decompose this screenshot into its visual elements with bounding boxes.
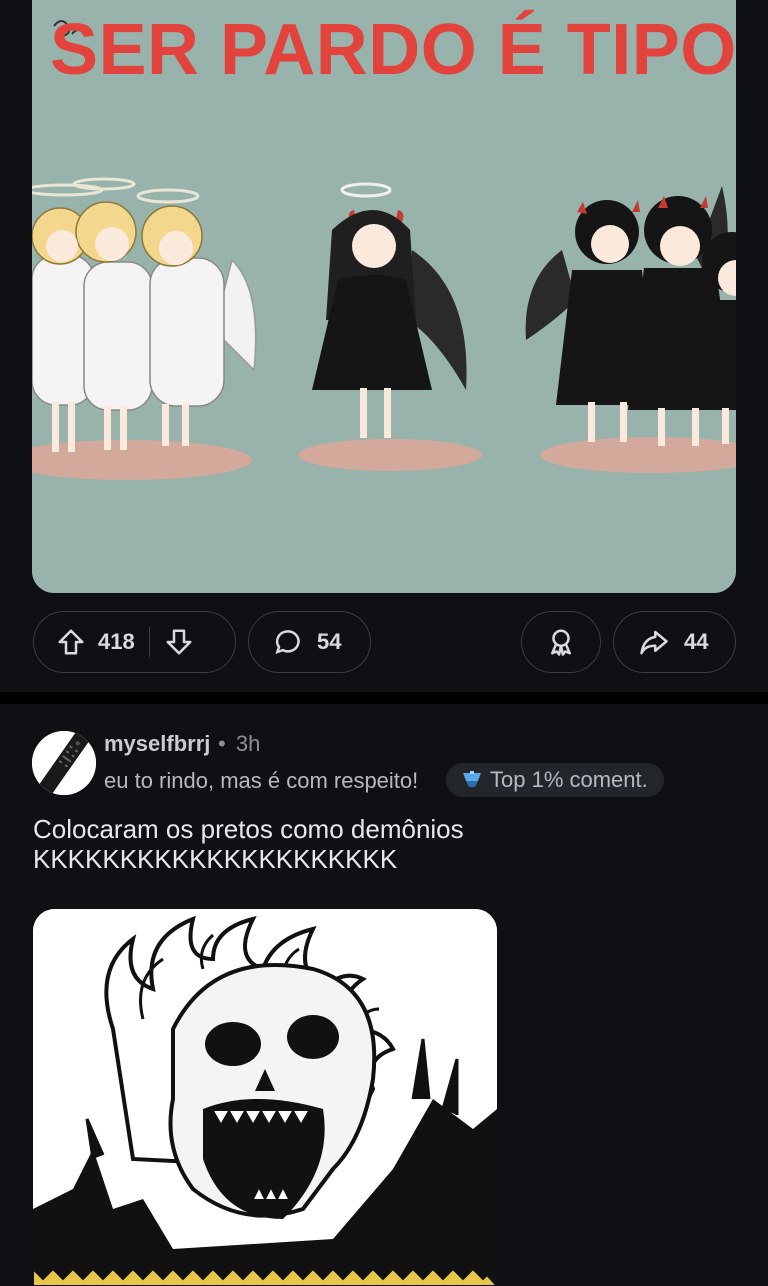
meta-separator: • (218, 731, 226, 756)
comment-line-1: Colocaram os pretos como demônios (33, 814, 464, 844)
upvote-count: 418 (98, 629, 135, 654)
share-arrow-icon (640, 630, 668, 655)
comment-image[interactable] (33, 909, 497, 1286)
comment-username[interactable]: myselfbrrj (104, 731, 210, 757)
avatar[interactable] (32, 731, 96, 795)
comment-time: 3h (235, 731, 261, 756)
vote-divider (148, 627, 151, 657)
meme-title: SER PARDO É TIPO (50, 10, 736, 90)
post-image[interactable]: SER PARDO É TIPO (32, 0, 736, 593)
share-button[interactable]: 44 (613, 611, 736, 673)
downvote-button[interactable] (164, 627, 194, 657)
user-flair: eu to rindo, mas é com respeito! (104, 768, 419, 793)
comment-line-2: KKKKKKKKKKKKKKKKKKKKK (33, 844, 398, 874)
arrow-down-icon (166, 629, 192, 655)
comment-body: Colocaram os pretos como demônios KKKKKK… (33, 814, 733, 874)
skull-illustration (33, 909, 497, 1286)
award-button[interactable] (521, 611, 601, 673)
comment-count: 54 (317, 629, 342, 654)
comments-button[interactable]: 54 (248, 611, 371, 673)
badge-label: Top 1% coment. (490, 767, 648, 792)
award-icon (551, 629, 571, 656)
trophy-badge-icon (463, 771, 481, 787)
comment-meta: • 3h (218, 731, 260, 757)
arrow-up-icon (58, 629, 84, 655)
vote-control: 418 (33, 611, 236, 673)
achievement-badge[interactable]: Top 1% coment. (446, 763, 664, 797)
share-count: 44 (684, 629, 709, 654)
speech-bubble-icon (275, 630, 300, 655)
upvote-button[interactable] (56, 627, 86, 657)
remote-control-avatar-icon (32, 731, 96, 795)
post-separator (0, 692, 768, 704)
